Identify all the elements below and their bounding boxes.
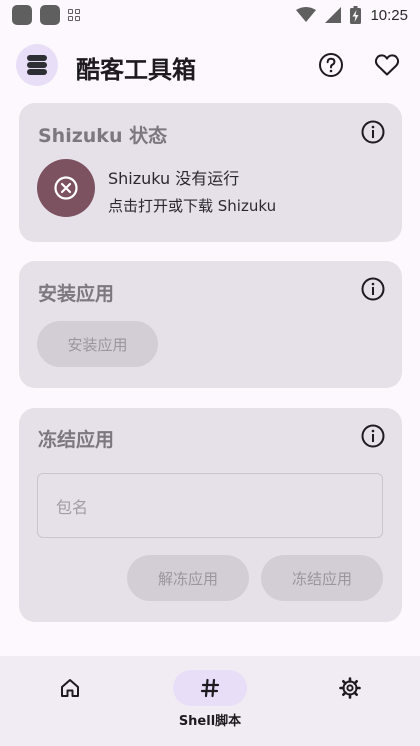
install-app-card: 安装应用 安装应用 bbox=[19, 261, 402, 388]
battery-charging-icon bbox=[350, 6, 362, 24]
install-card-title: 安装应用 bbox=[38, 283, 115, 305]
app-notification-icon bbox=[12, 5, 32, 25]
shizuku-status-text: Shizuku 没有运行 bbox=[108, 169, 240, 188]
status-indicator bbox=[37, 159, 95, 217]
favorite-button[interactable] bbox=[367, 45, 407, 85]
shizuku-status-card[interactable]: Shizuku 状态 Shizuku 没有运行 点击打开或下载 Shizuku bbox=[19, 103, 402, 242]
nav-home-indicator bbox=[33, 670, 107, 706]
page-title: 酷客工具箱 bbox=[76, 56, 196, 84]
nav-settings-indicator bbox=[313, 670, 387, 706]
unfreeze-app-button[interactable]: 解冻应用 bbox=[127, 555, 249, 601]
app-logo bbox=[16, 44, 58, 86]
signal-icon bbox=[325, 7, 342, 23]
stack-layers-icon bbox=[27, 55, 47, 75]
info-icon[interactable] bbox=[360, 119, 386, 145]
shizuku-hint-text: 点击打开或下载 Shizuku bbox=[108, 197, 277, 215]
wifi-icon bbox=[296, 7, 317, 22]
freeze-app-button[interactable]: 冻结应用 bbox=[261, 555, 383, 601]
favorite-icon bbox=[374, 54, 400, 76]
settings-icon bbox=[339, 677, 361, 699]
help-button[interactable] bbox=[311, 45, 351, 85]
status-time: 10:25 bbox=[370, 6, 408, 24]
status-bar: 10:25 bbox=[0, 0, 420, 30]
nav-label-shell: Shell脚本 bbox=[178, 714, 242, 729]
shizuku-card-title: Shizuku 状态 bbox=[38, 125, 168, 147]
info-icon[interactable] bbox=[360, 423, 386, 449]
app-notification-icon bbox=[40, 5, 60, 25]
home-icon bbox=[61, 679, 79, 697]
help-icon bbox=[319, 53, 343, 77]
nav-item-home[interactable] bbox=[0, 656, 140, 746]
nav-item-settings[interactable] bbox=[280, 656, 420, 746]
nav-active-indicator bbox=[173, 670, 247, 706]
freeze-app-card: 冻结应用 包名 解冻应用 冻结应用 bbox=[19, 408, 402, 622]
hash-icon bbox=[200, 678, 220, 698]
nav-item-shell[interactable]: Shell脚本 bbox=[140, 656, 280, 746]
error-circle-icon bbox=[54, 176, 78, 200]
bottom-navigation: Shell脚本 bbox=[0, 656, 420, 746]
install-app-button[interactable]: 安装应用 bbox=[37, 321, 158, 367]
grid-icon bbox=[68, 9, 80, 21]
freeze-card-title: 冻结应用 bbox=[38, 429, 115, 451]
app-bar: 酷客工具箱 bbox=[0, 42, 420, 90]
package-name-input[interactable]: 包名 bbox=[37, 473, 383, 538]
info-icon[interactable] bbox=[360, 276, 386, 302]
